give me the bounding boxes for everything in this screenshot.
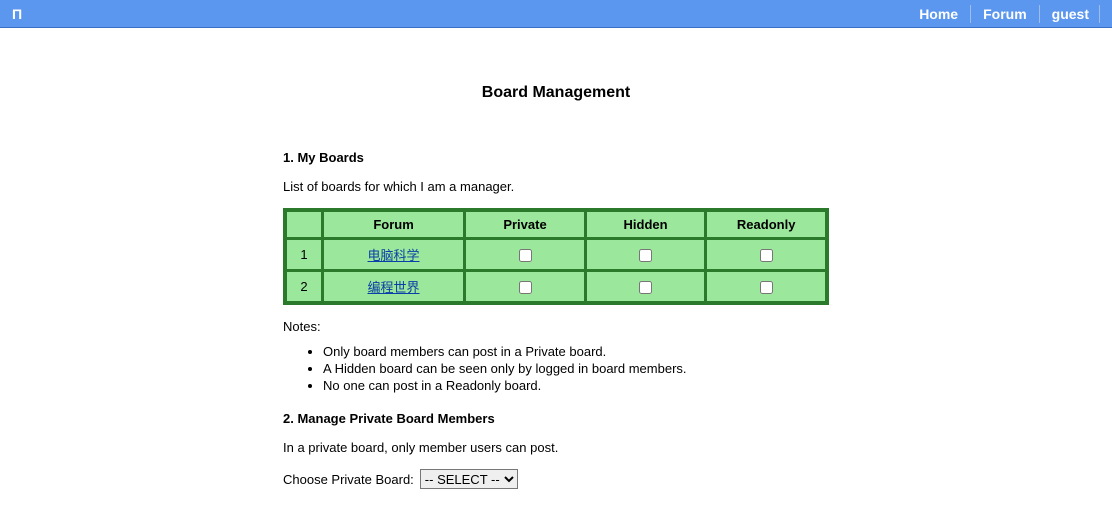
notes-list: Only board members can post in a Private… [323, 344, 829, 393]
col-blank [286, 211, 322, 238]
readonly-checkbox[interactable] [760, 281, 773, 294]
choose-label: Choose Private Board: [283, 472, 414, 487]
nav-link-forum[interactable]: Forum [971, 5, 1040, 23]
hidden-checkbox[interactable] [639, 249, 652, 262]
private-board-select[interactable]: -- SELECT -- [420, 469, 518, 489]
private-cell [465, 271, 585, 302]
forum-link[interactable]: 电脑科学 [368, 248, 420, 263]
col-readonly: Readonly [706, 211, 826, 238]
boards-table: Forum Private Hidden Readonly 1 电脑科学 2 编… [283, 208, 829, 305]
nav-link-guest[interactable]: guest [1040, 5, 1100, 23]
note-item: A Hidden board can be seen only by logge… [323, 361, 829, 376]
nav-link-home[interactable]: Home [907, 5, 971, 23]
notes-label: Notes: [283, 319, 829, 334]
section-2-desc: In a private board, only member users ca… [283, 440, 829, 455]
hidden-cell [586, 271, 706, 302]
forum-cell: 电脑科学 [323, 239, 464, 270]
row-num: 1 [286, 239, 322, 270]
readonly-checkbox[interactable] [760, 249, 773, 262]
private-checkbox[interactable] [519, 249, 532, 262]
choose-row: Choose Private Board: -- SELECT -- [283, 469, 829, 489]
hidden-checkbox[interactable] [639, 281, 652, 294]
hidden-cell [586, 239, 706, 270]
col-private: Private [465, 211, 585, 238]
forum-cell: 编程世界 [323, 271, 464, 302]
topbar: Π Home Forum guest [0, 0, 1112, 28]
row-num: 2 [286, 271, 322, 302]
logo: Π [12, 6, 22, 22]
readonly-cell [706, 239, 826, 270]
private-checkbox[interactable] [519, 281, 532, 294]
section-1-heading: 1. My Boards [283, 150, 829, 165]
table-row: 2 编程世界 [286, 271, 826, 302]
col-hidden: Hidden [586, 211, 706, 238]
forum-link[interactable]: 编程世界 [368, 280, 420, 295]
content: Board Management 1. My Boards List of bo… [283, 28, 829, 489]
note-item: Only board members can post in a Private… [323, 344, 829, 359]
page-title: Board Management [283, 84, 829, 102]
nav-links: Home Forum guest [907, 5, 1100, 23]
section-1-desc: List of boards for which I am a manager. [283, 179, 829, 194]
note-item: No one can post in a Readonly board. [323, 378, 829, 393]
col-forum: Forum [323, 211, 464, 238]
private-cell [465, 239, 585, 270]
readonly-cell [706, 271, 826, 302]
table-row: 1 电脑科学 [286, 239, 826, 270]
section-2-heading: 2. Manage Private Board Members [283, 411, 829, 426]
table-header-row: Forum Private Hidden Readonly [286, 211, 826, 238]
